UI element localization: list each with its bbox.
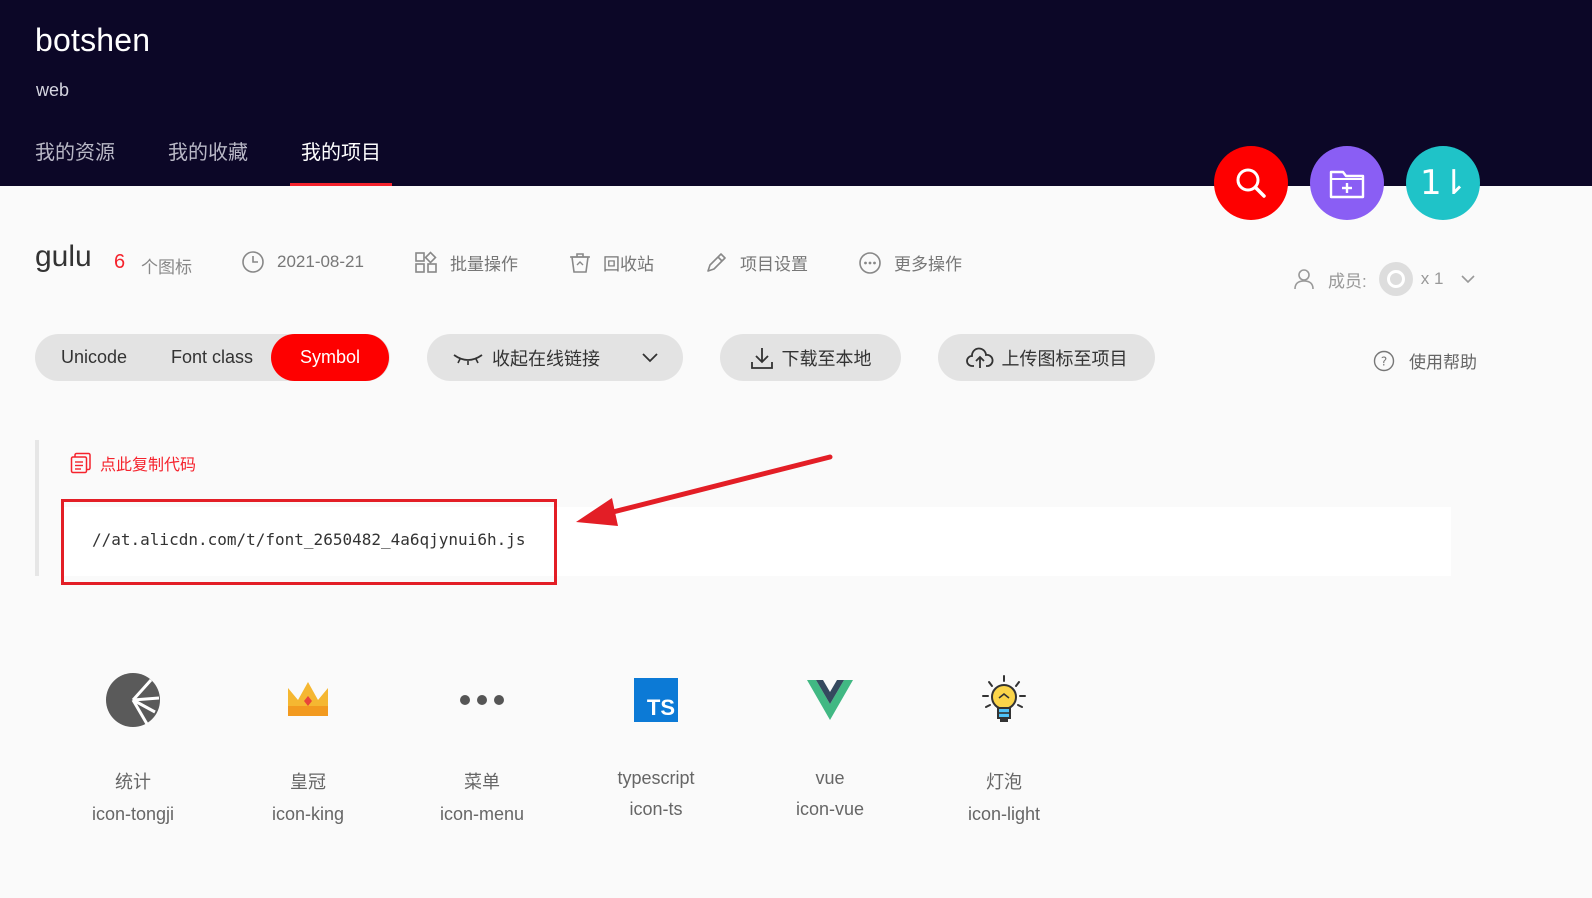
more-ops-button[interactable]: 更多操作 (858, 250, 962, 275)
collapse-link-button[interactable]: 收起在线链接 (427, 334, 683, 381)
code-type-switch: Unicode Font class Symbol (35, 334, 390, 381)
icon-name: 菜单 (464, 772, 500, 792)
question-circle-icon: ? (1373, 350, 1395, 371)
nav-my-projects[interactable]: 我的项目 (290, 136, 392, 186)
icon-code: icon-ts (629, 799, 683, 819)
help-label: 使用帮助 (1409, 353, 1477, 372)
recycle-bin-label: 回收站 (603, 255, 654, 274)
svg-text:?: ? (1381, 354, 1387, 368)
icon-name: 统计 (115, 772, 151, 792)
nav-my-resources[interactable]: 我的资源 (35, 136, 115, 186)
new-project-button[interactable] (1310, 146, 1384, 220)
icon-card-ts[interactable]: TS typescript icon-ts (576, 670, 736, 820)
project-settings-button[interactable]: 项目设置 (704, 250, 808, 275)
icon-code: icon-king (271, 804, 345, 824)
collapse-link-label: 收起在线链接 (492, 348, 600, 369)
icon-code: icon-menu (439, 804, 525, 824)
more-dots-icon (859, 251, 881, 274)
brand-name: botshen (35, 22, 151, 58)
batch-ops-button[interactable]: 批量操作 (414, 250, 518, 275)
project-settings-label: 项目设置 (740, 255, 808, 274)
download-icon (750, 347, 773, 369)
more-ops-label: 更多操作 (894, 255, 962, 274)
batch-ops-label: 批量操作 (450, 255, 518, 274)
project-date-text: 2021-08-21 (277, 252, 364, 271)
members-label: 成员: (1328, 271, 1367, 291)
icon-code: icon-vue (795, 799, 865, 819)
clock-icon (242, 251, 264, 273)
icon-name: 皇冠 (290, 772, 326, 792)
folder-add-icon (1329, 170, 1365, 199)
member-avatar (1378, 262, 1413, 296)
members-icon (1294, 269, 1314, 290)
members-count: x 1 (1420, 269, 1444, 288)
sort-button[interactable]: 1⇂ (1406, 146, 1480, 220)
lightbulb-icon (982, 675, 1026, 722)
icon-name: typescript (617, 768, 695, 788)
search-icon (1236, 168, 1266, 198)
icon-name: vue (815, 768, 845, 788)
icon-card-king[interactable]: 皇冠 icon-king (228, 670, 388, 825)
nav-my-favorites[interactable]: 我的收藏 (168, 136, 248, 186)
url-highlight-annotation (61, 499, 557, 585)
members-dropdown[interactable]: 成员: x 1 (1292, 262, 1475, 296)
chevron-down-icon (1461, 275, 1475, 284)
project-name: gulu (35, 240, 92, 273)
download-button[interactable]: 下载至本地 (720, 334, 901, 381)
icon-count: 6 (114, 251, 126, 273)
icon-card-vue[interactable]: vue icon-vue (750, 670, 910, 820)
tab-symbol[interactable]: Symbol (271, 334, 389, 381)
icon-card-tongji[interactable]: 统计 icon-tongji (53, 670, 213, 825)
pencil-icon (707, 252, 726, 272)
dots-menu-icon (460, 695, 504, 705)
typescript-icon: TS (634, 678, 678, 722)
help-link[interactable]: ? 使用帮助 (1373, 348, 1477, 373)
project-date: 2021-08-21 (241, 250, 364, 274)
copy-code-label: 点此复制代码 (100, 457, 197, 474)
icon-name: 灯泡 (986, 772, 1022, 792)
tab-unicode[interactable]: Unicode (35, 334, 153, 381)
recycle-bin-icon (570, 252, 590, 273)
download-label: 下载至本地 (781, 348, 872, 369)
icon-card-light[interactable]: 灯泡 icon-light (924, 670, 1084, 825)
icon-code: icon-tongji (91, 804, 175, 824)
icon-count-label: 个图标 (141, 258, 192, 277)
crown-icon (288, 682, 328, 716)
upload-button[interactable]: 上传图标至项目 (938, 334, 1155, 381)
recycle-bin-button[interactable]: 回收站 (569, 250, 654, 275)
cloud-upload-icon (965, 347, 993, 368)
brand-subtitle: web (36, 80, 70, 100)
search-button[interactable] (1214, 146, 1288, 220)
typescript-badge: TS (646, 695, 675, 720)
icon-code: icon-light (967, 804, 1041, 824)
copy-code-button[interactable]: 点此复制代码 (70, 451, 196, 475)
batch-grid-icon (415, 250, 437, 273)
chevron-down-icon (642, 352, 658, 362)
pie-chart-icon (106, 673, 160, 727)
icon-card-menu[interactable]: 菜单 icon-menu (402, 670, 562, 825)
closed-eye-icon (453, 353, 483, 365)
upload-label: 上传图标至项目 (1001, 348, 1128, 369)
main-nav: 我的资源 我的收藏 我的项目 (35, 136, 434, 186)
sort-icon: 1⇂ (1419, 163, 1468, 203)
copy-icon (70, 452, 91, 474)
tab-font-class[interactable]: Font class (153, 334, 271, 381)
vue-icon (807, 680, 853, 720)
